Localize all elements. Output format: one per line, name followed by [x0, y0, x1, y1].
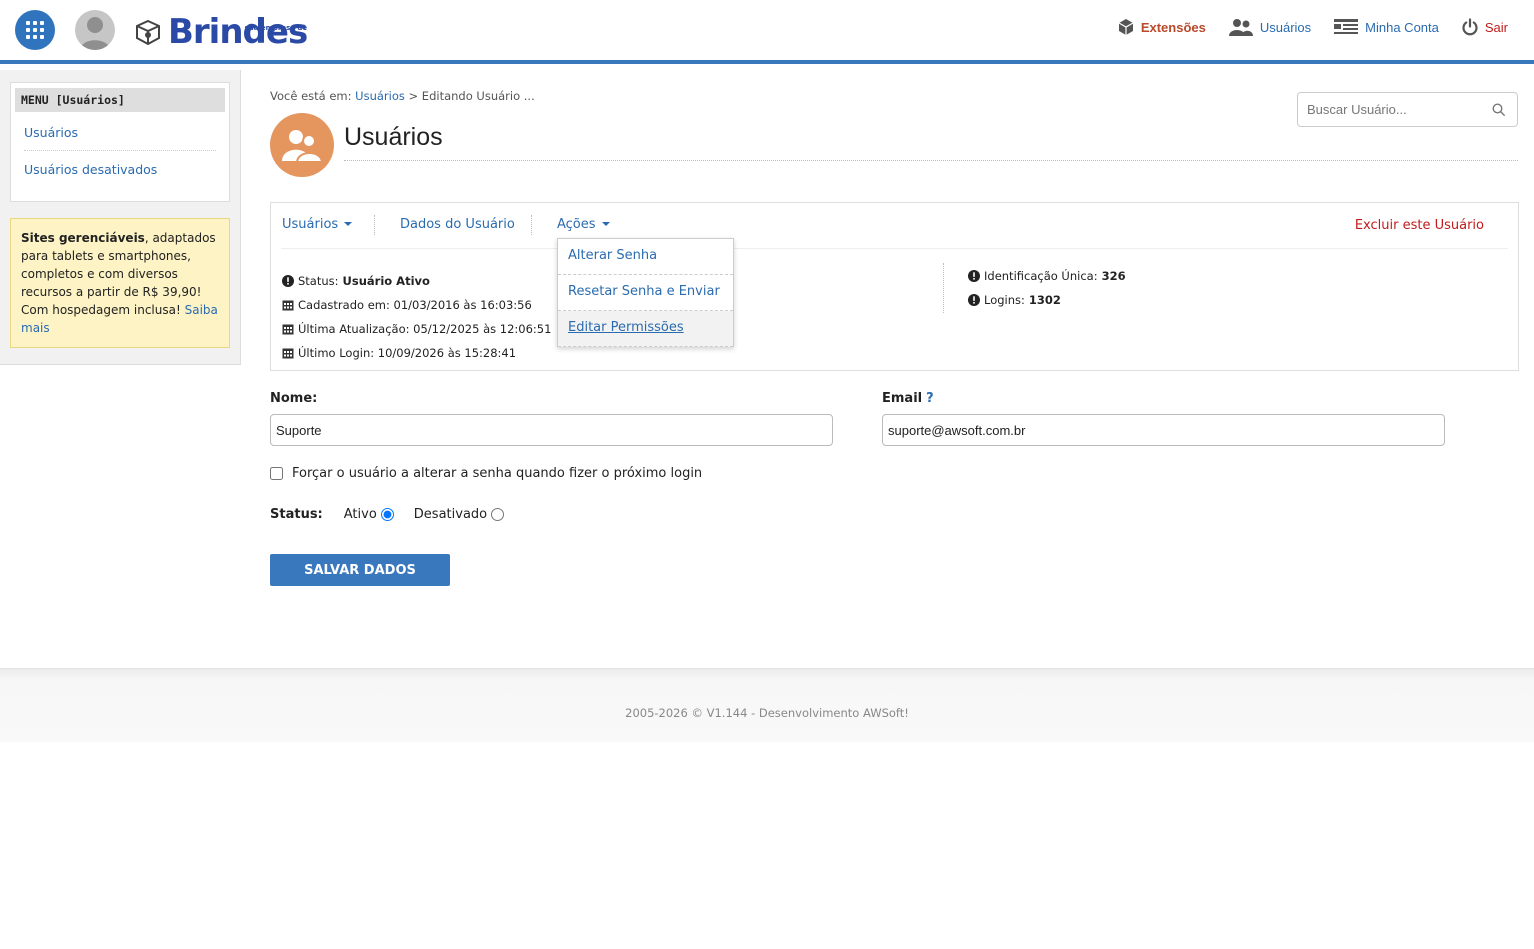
users-icon [282, 130, 324, 163]
status-disabled-option[interactable]: Desativado [414, 507, 505, 522]
header-divider [0, 60, 1534, 64]
status-label: Status: [270, 507, 323, 522]
nav-extensions[interactable]: Extensões [1117, 18, 1206, 36]
name-field[interactable] [270, 414, 833, 446]
exclamation-icon [968, 270, 980, 282]
force-password-label: Forçar o usuário a alterar a senha quand… [292, 466, 703, 481]
user-avatar-icon [80, 17, 110, 50]
email-label: Email? [882, 391, 934, 406]
title-divider [344, 160, 1518, 161]
email-help-icon[interactable]: ? [926, 391, 934, 406]
user-info-panel: Usuários Dados do Usuário Ações Excluir … [270, 202, 1519, 371]
breadcrumb: Você está em: Usuários > Editando Usuári… [270, 89, 535, 103]
email-field[interactable] [882, 414, 1445, 446]
users-icon [1228, 19, 1253, 36]
menu-item-reset-password[interactable]: Resetar Senha e Enviar [558, 275, 733, 311]
caret-down-icon [601, 222, 610, 226]
apps-menu-button[interactable] [15, 10, 55, 50]
user-stats-list: Identificação Única: 326 Logins: 1302 [968, 264, 1126, 312]
nav-logout[interactable]: Sair [1461, 18, 1508, 36]
calendar-icon [282, 348, 294, 359]
info-status: Status: Usuário Ativo [282, 269, 551, 293]
account-icon [1334, 19, 1359, 34]
user-info-list: Status: Usuário Ativo Cadastrado em: 01/0… [282, 269, 551, 365]
nav-users[interactable]: Usuários [1228, 18, 1311, 36]
sidebar-item-disabled-users[interactable]: Usuários desativados [24, 151, 216, 187]
info-registered: Cadastrado em: 01/03/2016 às 16:03:56 [282, 293, 551, 317]
avatar[interactable] [75, 10, 115, 50]
tab-separator [531, 215, 532, 235]
tab-user-data[interactable]: Dados do Usuário [400, 217, 515, 232]
gift-box-icon [136, 19, 160, 46]
page-title: Usuários [344, 123, 443, 151]
info-last-login: Último Login: 10/09/2026 às 15:28:41 [282, 341, 551, 365]
tab-actions[interactable]: Ações [557, 217, 610, 232]
search-icon[interactable] [1492, 103, 1505, 116]
brand-logo[interactable]: Brindes sua empresa de [134, 12, 308, 52]
page-users-icon [270, 113, 334, 177]
sidebar: MENU [Usuários] Usuários Usuários desati… [0, 70, 241, 365]
promo-bold-text: Sites gerenciáveis [21, 231, 145, 245]
status-active-radio[interactable] [380, 508, 394, 521]
top-bar: Brindes sua empresa de Extensões Usuário… [0, 0, 1534, 60]
sidebar-menu: MENU [Usuários] Usuários Usuários desati… [10, 82, 230, 202]
tab-users[interactable]: Usuários [282, 217, 353, 232]
menu-item-edit-permissions[interactable]: Editar Permissões [558, 311, 733, 347]
search-box [1297, 92, 1518, 127]
logo-tagline: sua empresa de [244, 24, 308, 32]
footer-text: 2005-2026 © V1.144 - Desenvolvimento AWS… [625, 706, 909, 720]
panel-tabs: Usuários Dados do Usuário Ações Excluir … [271, 203, 1518, 249]
menu-item-change-password[interactable]: Alterar Senha [558, 239, 733, 275]
status-row: Status: Ativo Desativado [270, 507, 524, 522]
force-password-row: Forçar o usuário a alterar a senha quand… [270, 466, 702, 481]
power-icon [1462, 18, 1478, 36]
info-logins: Logins: 1302 [968, 288, 1126, 312]
logo-text: Brindes sua empresa de [168, 12, 308, 52]
search-input[interactable] [1298, 93, 1478, 126]
top-navigation: Extensões Usuários Minha Conta Sair [1117, 18, 1508, 36]
breadcrumb-link-users[interactable]: Usuários [355, 89, 405, 103]
tabs-divider [281, 248, 1508, 249]
grid-icon [26, 21, 44, 39]
breadcrumb-current: > Editando Usuário ... [408, 89, 535, 103]
actions-dropdown-menu: Alterar Senha Resetar Senha e Enviar Edi… [557, 238, 734, 347]
save-button[interactable]: SALVAR DADOS [270, 554, 450, 586]
name-label: Nome: [270, 391, 318, 406]
sidebar-menu-title: MENU [Usuários] [15, 88, 225, 112]
calendar-icon [282, 300, 294, 311]
info-separator [943, 263, 944, 313]
sidebar-item-users[interactable]: Usuários [24, 112, 216, 151]
tab-separator [374, 215, 375, 235]
calendar-icon [282, 324, 294, 335]
force-password-checkbox[interactable] [270, 467, 283, 480]
info-unique-id: Identificação Única: 326 [968, 264, 1126, 288]
cube-icon [1118, 19, 1134, 35]
caret-down-icon [344, 222, 353, 226]
nav-my-account[interactable]: Minha Conta [1333, 18, 1439, 36]
status-active-option[interactable]: Ativo [344, 507, 394, 522]
info-updated: Última Atualização: 05/12/2025 às 12:06:… [282, 317, 551, 341]
exclamation-icon [968, 294, 980, 306]
delete-user-link[interactable]: Excluir este Usuário [1355, 218, 1484, 233]
breadcrumb-prefix: Você está em: [270, 89, 352, 103]
exclamation-icon [282, 275, 294, 287]
footer: 2005-2026 © V1.144 - Desenvolvimento AWS… [0, 668, 1534, 742]
status-disabled-radio[interactable] [491, 508, 505, 521]
promo-box: Sites gerenciáveis, adaptados para table… [10, 218, 230, 348]
